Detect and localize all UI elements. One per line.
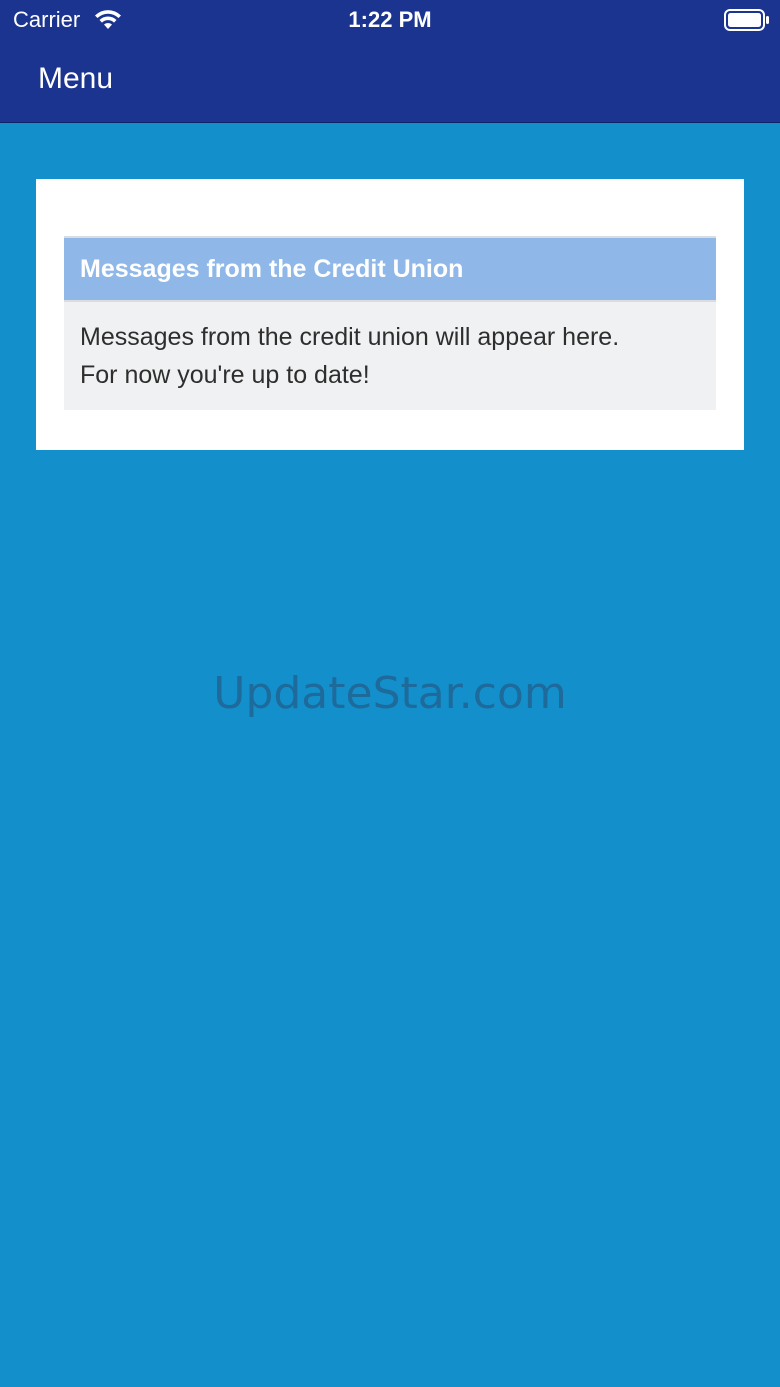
- panel-title: Messages from the Credit Union: [64, 236, 716, 302]
- messages-card: Messages from the Credit Union Messages …: [36, 179, 744, 450]
- status-time: 1:22 PM: [348, 7, 432, 32]
- panel-body: Messages from the credit union will appe…: [64, 302, 716, 410]
- top-bar: Carrier 1:22 PM Menu: [0, 0, 780, 123]
- message-text-line-1: Messages from the credit union will appe…: [80, 323, 620, 351]
- message-text-line-2: For now you're up to date!: [80, 361, 370, 389]
- messages-panel: Messages from the Credit Union Messages …: [64, 236, 716, 410]
- status-bar: Carrier 1:22 PM: [0, 0, 780, 40]
- watermark: UpdateStar.com: [213, 668, 567, 719]
- menu-button[interactable]: Menu: [38, 62, 113, 96]
- app-screen: Carrier 1:22 PM Menu Messages from the C…: [0, 0, 780, 1387]
- battery-full-icon: [724, 9, 770, 31]
- nav-bar: Menu: [0, 40, 780, 122]
